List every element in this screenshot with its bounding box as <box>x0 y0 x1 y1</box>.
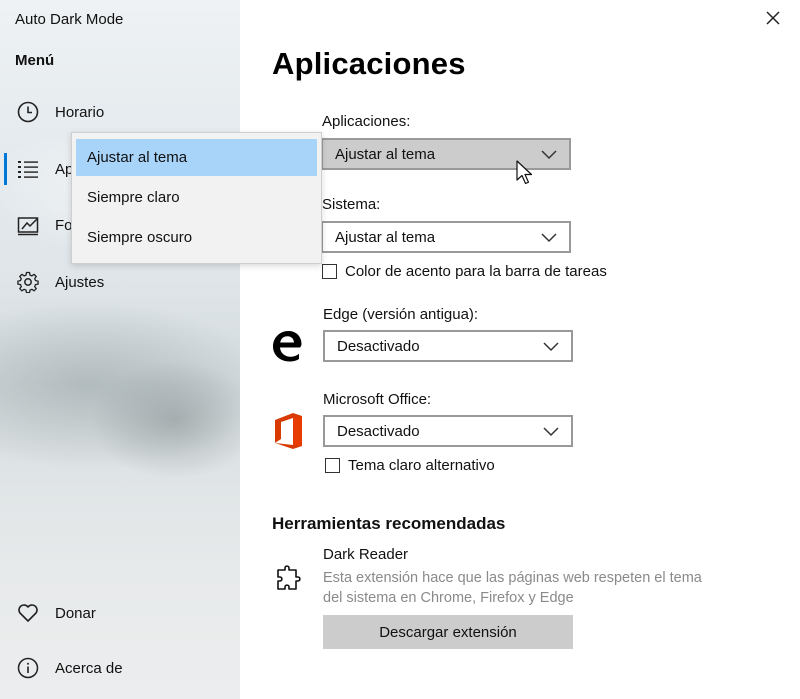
checkbox-box[interactable] <box>322 264 337 279</box>
background-cloud-shadow <box>90 360 240 480</box>
dropdown-option-siempre-oscuro[interactable]: Siempre oscuro <box>76 219 317 256</box>
wallpaper-icon <box>17 214 39 236</box>
office-select-value: Desactivado <box>337 422 420 440</box>
gear-icon <box>17 271 39 293</box>
system-select[interactable]: Ajustar al tema <box>321 221 571 253</box>
list-icon <box>17 158 39 180</box>
apps-dropdown-flyout: Ajustar al tema Siempre claro Siempre os… <box>71 132 322 264</box>
close-button[interactable] <box>764 9 782 27</box>
office-icon <box>273 412 303 455</box>
system-label: Sistema: <box>322 196 381 213</box>
checkbox-box[interactable] <box>325 458 340 473</box>
apps-label: Aplicaciones: <box>322 113 411 130</box>
edge-select[interactable]: Desactivado <box>323 330 573 362</box>
sidebar-item-label: Donar <box>55 604 96 622</box>
checkbox-label: Color de acento para la barra de tareas <box>345 263 607 280</box>
sidebar: Auto Dark Mode Menú Horario Ap Fo Ajuste… <box>0 0 240 699</box>
download-extension-button[interactable]: Descargar extensión <box>323 615 573 649</box>
info-icon <box>17 657 39 679</box>
sidebar-item-acerca-de[interactable]: Acerca de <box>0 648 240 688</box>
page-title: Aplicaciones <box>272 46 466 81</box>
menu-heading: Menú <box>15 52 55 69</box>
checkbox-label: Tema claro alternativo <box>348 457 495 474</box>
dropdown-option-ajustar-al-tema[interactable]: Ajustar al tema <box>76 139 317 176</box>
edge-label: Edge (versión antigua): <box>323 306 479 323</box>
sidebar-item-ajustes[interactable]: Ajustes <box>0 262 240 302</box>
tool-name: Dark Reader <box>323 546 409 563</box>
chevron-down-icon <box>541 233 557 243</box>
office-select[interactable]: Desactivado <box>323 415 573 447</box>
dropdown-option-label: Ajustar al tema <box>87 149 188 166</box>
dropdown-option-label: Siempre claro <box>87 189 180 206</box>
chevron-down-icon <box>543 427 559 437</box>
office-label: Microsoft Office: <box>323 391 432 408</box>
mouse-cursor-icon <box>516 160 533 185</box>
apps-select-value: Ajustar al tema <box>335 145 436 163</box>
system-select-value: Ajustar al tema <box>335 228 436 246</box>
sidebar-item-horario[interactable]: Horario <box>0 92 240 132</box>
puzzle-icon <box>274 564 304 599</box>
app-title: Auto Dark Mode <box>15 11 124 28</box>
sidebar-item-label: Horario <box>55 103 105 121</box>
tool-description: Esta extensión hace que las páginas web … <box>323 570 702 606</box>
sidebar-item-label: Fo <box>55 216 73 234</box>
clock-icon <box>17 101 39 123</box>
dropdown-option-label: Siempre oscuro <box>87 229 193 246</box>
office-alt-theme-checkbox[interactable]: Tema claro alternativo <box>325 457 495 474</box>
close-icon <box>766 11 780 25</box>
chevron-down-icon <box>541 150 557 160</box>
sidebar-item-donar[interactable]: Donar <box>0 593 240 633</box>
edge-select-value: Desactivado <box>337 337 420 355</box>
chevron-down-icon <box>543 342 559 352</box>
edge-icon <box>271 330 303 367</box>
tools-section-title: Herramientas recomendadas <box>272 514 506 533</box>
taskbar-accent-checkbox[interactable]: Color de acento para la barra de tareas <box>322 263 607 280</box>
sidebar-item-label: Ajustes <box>55 273 105 291</box>
sidebar-item-label: Acerca de <box>55 659 123 677</box>
dropdown-option-siempre-claro[interactable]: Siempre claro <box>76 179 317 216</box>
heart-icon <box>17 602 39 624</box>
